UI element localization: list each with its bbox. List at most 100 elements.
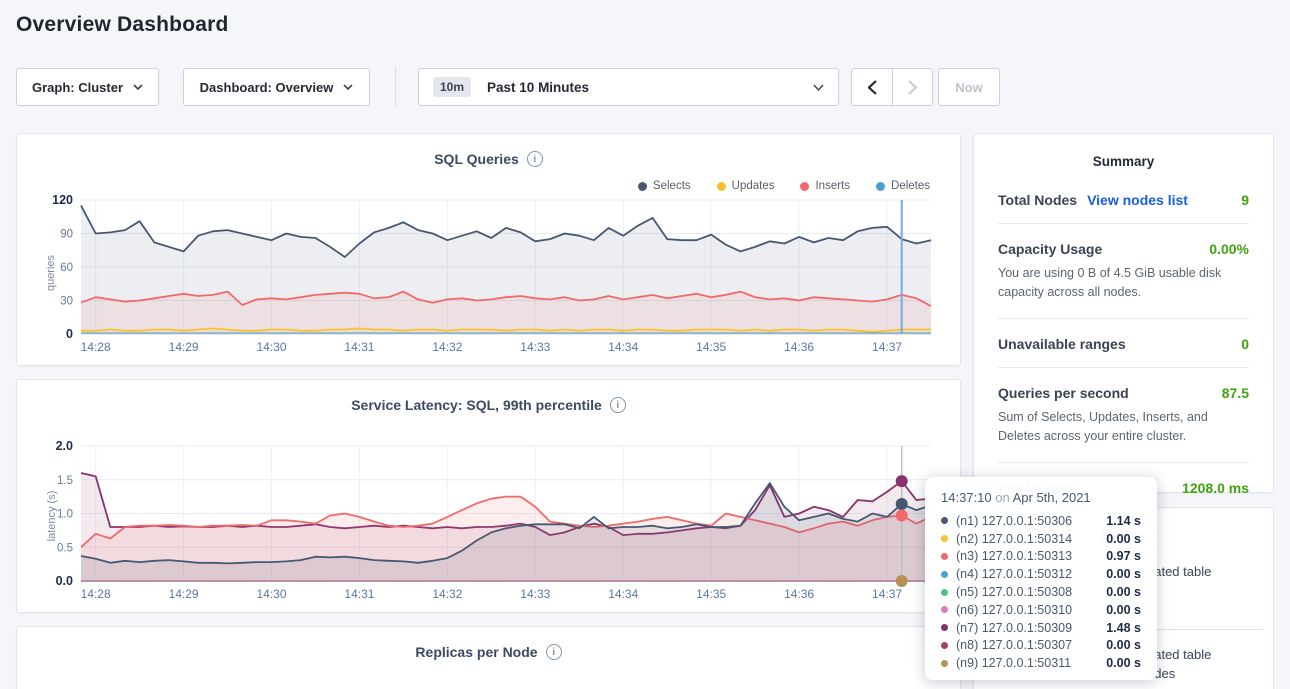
time-forward-button[interactable] — [892, 69, 932, 105]
chevron-down-icon — [343, 84, 353, 90]
chart-tooltip: 14:37:10 on Apr 5th, 2021 (n1) 127.0.0.1… — [925, 477, 1157, 680]
chevron-right-icon — [908, 80, 917, 95]
svg-text:60: 60 — [60, 262, 73, 274]
svg-text:14:31: 14:31 — [344, 587, 374, 601]
tooltip-row: (n6) 127.0.0.1:503100.00 s — [941, 601, 1141, 619]
overview-dashboard-page: Overview Dashboard Graph: Cluster Dashbo… — [0, 0, 1290, 689]
tooltip-node-address: (n7) 127.0.0.1:50309 — [956, 621, 1072, 635]
tooltip-node-address: (n8) 127.0.0.1:50307 — [956, 638, 1072, 652]
qps-subtext: Sum of Selects, Updates, Inserts, and De… — [998, 408, 1249, 447]
svg-text:14:32: 14:32 — [432, 340, 462, 354]
node-color-dot-icon — [941, 606, 948, 613]
tooltip-row: (n5) 127.0.0.1:50308 0.00 s — [941, 583, 1141, 601]
unavailable-ranges-value: 0 — [1241, 336, 1249, 352]
svg-text:1.0: 1.0 — [57, 509, 73, 521]
svg-text:14:29: 14:29 — [169, 587, 199, 601]
total-nodes-value: 9 — [1241, 192, 1249, 208]
tooltip-node-value: 0.00 s — [1106, 656, 1141, 670]
tooltip-row: (n9) 127.0.0.1:50311 0.00 s — [941, 654, 1141, 672]
tooltip-node-address: (n1) 127.0.0.1:50306 — [956, 514, 1072, 528]
tooltip-node-address: (n3) 127.0.0.1:50313 — [956, 549, 1072, 563]
svg-text:14:37: 14:37 — [872, 587, 902, 601]
info-icon[interactable]: i — [546, 644, 562, 660]
svg-text:14:34: 14:34 — [608, 587, 638, 601]
time-back-button[interactable] — [852, 69, 892, 105]
tooltip-row: (n4) 127.0.0.1:50312 0.00 s — [941, 565, 1141, 583]
svg-text:2.0: 2.0 — [56, 439, 73, 453]
qps-label: Queries per second — [998, 385, 1129, 401]
node-color-dot-icon — [941, 589, 948, 596]
svg-text:90: 90 — [60, 229, 73, 241]
chevron-down-icon — [133, 84, 143, 90]
node-color-dot-icon — [941, 624, 948, 631]
tooltip-node-address: (n9) 127.0.0.1:50311 — [956, 656, 1071, 670]
svg-text:14:28: 14:28 — [81, 340, 111, 354]
tooltip-row: (n3) 127.0.0.1:50313 0.97 s — [941, 548, 1141, 566]
time-range-label: Past 10 Minutes — [487, 80, 589, 95]
page-title: Overview Dashboard — [16, 13, 229, 37]
tooltip-node-value: 0.00 s — [1106, 585, 1141, 599]
svg-text:0.0: 0.0 — [56, 574, 73, 588]
tooltip-timestamp: 14:37:10 on Apr 5th, 2021 — [941, 490, 1141, 505]
capacity-usage-subtext: You are using 0 B of 4.5 GiB usable disk… — [998, 264, 1249, 303]
graph-dropdown[interactable]: Graph: Cluster — [16, 68, 159, 106]
tooltip-node-address: (n5) 127.0.0.1:50308 — [956, 585, 1072, 599]
tooltip-row: (n1) 127.0.0.1:503061.14 s — [941, 512, 1141, 530]
svg-text:14:29: 14:29 — [169, 340, 199, 354]
total-nodes-label: Total Nodes — [998, 192, 1077, 208]
service-latency-panel: Service Latency: SQL, 99th percentile i … — [16, 379, 961, 613]
svg-text:30: 30 — [60, 296, 73, 308]
dashboard-dropdown[interactable]: Dashboard: Overview — [183, 68, 370, 106]
svg-text:14:30: 14:30 — [257, 587, 287, 601]
tooltip-row: (n2) 127.0.0.1:50314 0.00 s — [941, 530, 1141, 548]
capacity-usage-label: Capacity Usage — [998, 241, 1102, 257]
tooltip-node-value: 0.97 s — [1106, 549, 1141, 563]
svg-text:14:31: 14:31 — [344, 340, 374, 354]
tooltip-node-address: (n4) 127.0.0.1:50312 — [956, 567, 1072, 581]
summary-row-capacity: Capacity Usage 0.00% You are using 0 B o… — [998, 224, 1249, 319]
node-color-dot-icon — [941, 517, 948, 524]
summary-row-qps: Queries per second 87.5 Sum of Selects, … — [998, 368, 1249, 463]
controls-divider — [395, 66, 396, 107]
tooltip-node-value: 0.00 s — [1106, 532, 1141, 546]
summary-panel: Summary Total Nodes View nodes list 9 Ca… — [973, 133, 1274, 493]
svg-text:14:36: 14:36 — [784, 340, 814, 354]
unavailable-ranges-label: Unavailable ranges — [998, 336, 1126, 352]
replicas-per-node-panel: Replicas per Node i — [16, 626, 961, 689]
summary-heading: Summary — [998, 154, 1249, 169]
dashboard-dropdown-label: Dashboard: Overview — [200, 80, 334, 95]
summary-row-unavailable-ranges: Unavailable ranges 0 — [998, 319, 1249, 368]
qps-value: 87.5 — [1222, 385, 1249, 401]
now-button[interactable]: Now — [938, 68, 1000, 106]
replicas-per-node-title: Replicas per Node — [415, 644, 537, 660]
node-color-dot-icon — [941, 553, 948, 560]
time-step-buttons — [851, 68, 933, 106]
svg-text:14:36: 14:36 — [784, 587, 814, 601]
tooltip-row: (n7) 127.0.0.1:50309 1.48 s — [941, 619, 1141, 637]
graph-dropdown-label: Graph: Cluster — [32, 80, 123, 95]
tooltip-row: (n8) 127.0.0.1:50307 0.00 s — [941, 637, 1141, 655]
svg-text:0.5: 0.5 — [57, 542, 73, 554]
tooltip-node-value: 1.48 s — [1106, 621, 1141, 635]
svg-text:120: 120 — [52, 193, 73, 207]
node-color-dot-icon — [941, 571, 948, 578]
svg-text:14:32: 14:32 — [432, 587, 462, 601]
tooltip-node-value: 0.00 s — [1106, 603, 1141, 617]
tooltip-node-value: 0.00 s — [1106, 638, 1141, 652]
sql-queries-panel: SQL Queries i SelectsUpdatesInsertsDelet… — [16, 133, 961, 366]
node-color-dot-icon — [941, 535, 948, 542]
view-nodes-list-link[interactable]: View nodes list — [1087, 192, 1188, 208]
sql-queries-chart[interactable]: 030609012014:2814:2914:3014:3114:3214:33… — [17, 134, 962, 367]
svg-text:14:33: 14:33 — [520, 587, 550, 601]
svg-text:0: 0 — [66, 327, 73, 341]
capacity-usage-value: 0.00% — [1209, 241, 1249, 257]
svg-text:14:35: 14:35 — [696, 587, 726, 601]
service-latency-chart[interactable]: 0.00.51.01.52.014:2814:2914:3014:3114:32… — [17, 380, 962, 614]
tooltip-node-address: (n2) 127.0.0.1:50314 — [956, 532, 1072, 546]
time-range-dropdown[interactable]: 10m Past 10 Minutes — [418, 68, 839, 106]
tooltip-node-value: 0.00 s — [1106, 567, 1141, 581]
svg-text:14:34: 14:34 — [608, 340, 638, 354]
chevron-down-icon — [813, 84, 824, 91]
p99-latency-value: 1208.0 ms — [1182, 480, 1249, 496]
svg-text:14:30: 14:30 — [257, 340, 287, 354]
